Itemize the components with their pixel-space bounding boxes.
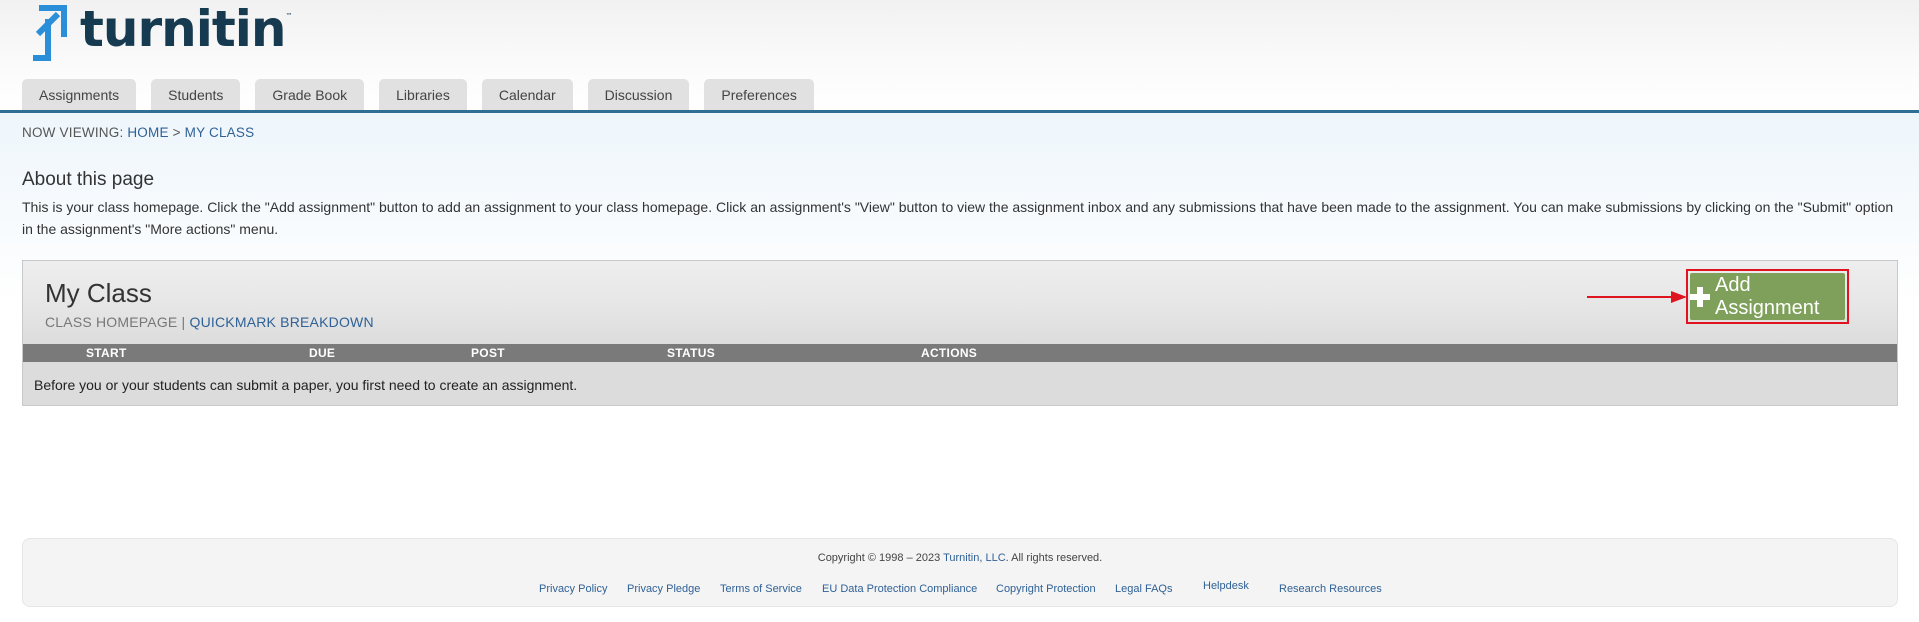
tab-calendar[interactable]: Calendar bbox=[481, 79, 573, 110]
tab-discussion[interactable]: Discussion bbox=[587, 79, 690, 110]
column-status[interactable]: STATUS bbox=[667, 346, 715, 360]
tab-grade-book[interactable]: Grade Book bbox=[255, 79, 365, 110]
header: turnitin ™ Assignments Students Grade Boo… bbox=[0, 0, 1919, 113]
eu-data-protection-link[interactable]: EU Data Protection Compliance bbox=[822, 583, 977, 595]
column-post[interactable]: POST bbox=[471, 346, 505, 360]
tab-libraries[interactable]: Libraries bbox=[379, 79, 467, 110]
class-title: My Class bbox=[45, 278, 152, 308]
copyright-protection-link[interactable]: Copyright Protection bbox=[996, 583, 1096, 595]
plus-icon bbox=[1690, 286, 1710, 307]
red-arrow-icon bbox=[1587, 291, 1687, 303]
breadcrumb-separator: > bbox=[168, 125, 185, 140]
logo-wordmark: turnitin ™ bbox=[80, 0, 293, 58]
legal-faqs-link[interactable]: Legal FAQs bbox=[1115, 583, 1172, 595]
breadcrumb-current[interactable]: MY CLASS bbox=[185, 125, 255, 140]
class-panel: My Class CLASS HOMEPAGE | QUICKMARK BREA… bbox=[22, 260, 1898, 406]
privacy-pledge-link[interactable]: Privacy Pledge bbox=[627, 583, 700, 595]
quickmark-breakdown-link[interactable]: QUICKMARK BREAKDOWN bbox=[190, 314, 374, 330]
empty-assignments-message: Before you or your students can submit a… bbox=[34, 377, 578, 393]
add-assignment-button[interactable]: Add Assignment bbox=[1690, 273, 1845, 320]
terms-of-service-link[interactable]: Terms of Service bbox=[720, 583, 802, 595]
assignments-table-header: START DUE POST STATUS ACTIONS bbox=[23, 344, 1897, 362]
research-resources-link[interactable]: Research Resources bbox=[1279, 583, 1382, 595]
column-start[interactable]: START bbox=[86, 346, 127, 360]
class-panel-header: My Class CLASS HOMEPAGE | QUICKMARK BREA… bbox=[23, 261, 1897, 344]
copyright-text: Copyright © 1998 – 2023 Turnitin, LLC. A… bbox=[817, 552, 1103, 564]
breadcrumb-prefix: NOW VIEWING: bbox=[22, 125, 128, 140]
footer: Copyright © 1998 – 2023 Turnitin, LLC. A… bbox=[22, 538, 1898, 607]
column-actions: ACTIONS bbox=[921, 346, 978, 360]
class-links: CLASS HOMEPAGE | QUICKMARK BREAKDOWN bbox=[45, 314, 374, 330]
turnitin-llc-link[interactable]: Turnitin, LLC bbox=[943, 552, 1006, 564]
class-homepage-label: CLASS HOMEPAGE bbox=[45, 314, 178, 330]
privacy-policy-link[interactable]: Privacy Policy bbox=[539, 583, 607, 595]
class-links-separator: | bbox=[177, 314, 190, 330]
turnitin-logo-icon bbox=[33, 5, 67, 61]
tab-students[interactable]: Students bbox=[151, 79, 241, 110]
add-assignment-highlight: Add Assignment bbox=[1686, 269, 1849, 324]
column-due[interactable]: DUE bbox=[309, 346, 335, 360]
helpdesk-link[interactable]: Helpdesk bbox=[1203, 580, 1249, 592]
breadcrumb: NOW VIEWING: HOME > MY CLASS bbox=[22, 125, 254, 140]
about-text: This is your class homepage. Click the "… bbox=[22, 199, 1894, 237]
about-title: About this page bbox=[22, 169, 155, 190]
add-assignment-label: Add Assignment bbox=[1714, 273, 1820, 319]
breadcrumb-home-link[interactable]: HOME bbox=[127, 125, 168, 140]
main-nav-tabs: Assignments Students Grade Book Librarie… bbox=[22, 79, 829, 110]
turnitin-logo[interactable]: turnitin ™ bbox=[30, 0, 293, 66]
tab-assignments[interactable]: Assignments bbox=[22, 79, 137, 110]
tab-preferences[interactable]: Preferences bbox=[704, 79, 814, 110]
